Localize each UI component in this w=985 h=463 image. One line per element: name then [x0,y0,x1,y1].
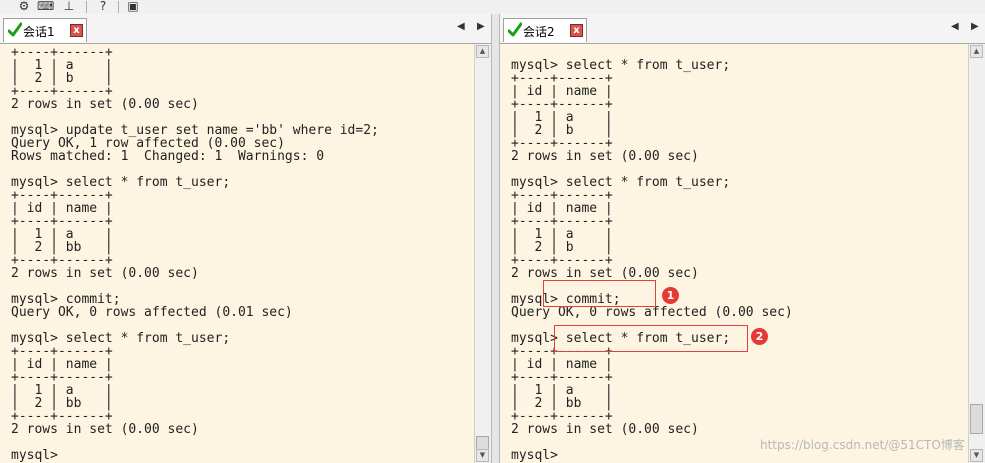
terminal-line: 2 rows in set (0.00 sec) [11,422,199,437]
tab-next-button[interactable]: ▶ [477,21,485,32]
session2-tabstrip: 会话2 x ◀ ▶ [500,14,985,44]
session2-terminal[interactable]: mysql> select * from t_user; +----+------… [500,44,985,463]
toolbar: ⚙ ⌨ ⊥ ? ▣ [0,0,985,15]
pin-icon[interactable]: ⊥ [62,0,76,13]
session2-scrollbar[interactable]: ▲ ▼ [968,44,985,463]
terminal-line: Query OK, 0 rows affected (0.01 sec) [11,305,293,320]
keyboard-icon[interactable]: ⌨ [37,0,54,13]
annotation-badge-1: 1 [662,287,679,304]
tab-next-button[interactable]: ▶ [971,21,979,32]
scroll-down-button[interactable]: ▼ [970,449,983,462]
tab-label: 会话2 [523,25,555,39]
close-icon[interactable]: x [70,24,83,37]
terminal-line: 2 rows in set (0.00 sec) [511,266,699,281]
tab-prev-button[interactable]: ◀ [951,21,959,32]
tab-prev-button[interactable]: ◀ [457,21,465,32]
toolbar-separator [86,1,87,13]
highlight-box-select [554,325,748,352]
close-icon[interactable]: x [570,24,583,37]
annotation-badge-2: 2 [751,328,768,345]
check-icon [508,22,522,37]
check-icon [8,22,22,37]
gear-icon[interactable]: ⚙ [17,0,31,13]
scroll-up-button[interactable]: ▲ [476,45,489,58]
window-icon[interactable]: ▣ [126,0,140,13]
terminal-line: 2 rows in set (0.00 sec) [11,266,199,281]
tab-session1[interactable]: 会话1 x [3,18,87,42]
scroll-thumb[interactable] [970,404,983,434]
terminal-line: 2 rows in set (0.00 sec) [511,422,699,437]
scroll-down-button[interactable]: ▼ [476,449,489,462]
terminal-line: 2 rows in set (0.00 sec) [11,97,199,112]
session1-tabstrip: 会话1 x ◀ ▶ [0,14,491,44]
session1-pane: 会话1 x ◀ ▶ +----+------+ | 1 | a | | 2 | b … [0,14,491,463]
watermark: https://blog.csdn.net/@51CTO博客 [760,438,965,452]
session2-pane: 会话2 x ◀ ▶ mysql> select * from t_user; +-… [500,14,985,463]
session1-scrollbar[interactable]: ▲ ▼ [474,44,491,463]
scroll-up-button[interactable]: ▲ [970,45,983,58]
toolbar-separator [118,1,119,13]
terminal-line: Rows matched: 1 Changed: 1 Warnings: 0 [11,149,325,164]
help-icon[interactable]: ? [96,0,110,13]
terminal-line: Query OK, 0 rows affected (0.00 sec) [511,305,793,320]
pane-splitter[interactable] [491,14,500,463]
tab-label: 会话1 [23,25,55,39]
session1-terminal[interactable]: +----+------+ | 1 | a | | 2 | b | +----+---… [0,44,491,463]
terminal-line: mysql> [11,448,58,463]
tab-session2[interactable]: 会话2 x [503,18,587,42]
highlight-box-commit [543,280,656,307]
terminal-line: 2 rows in set (0.00 sec) [511,149,699,164]
terminal-line: mysql> [511,448,558,463]
